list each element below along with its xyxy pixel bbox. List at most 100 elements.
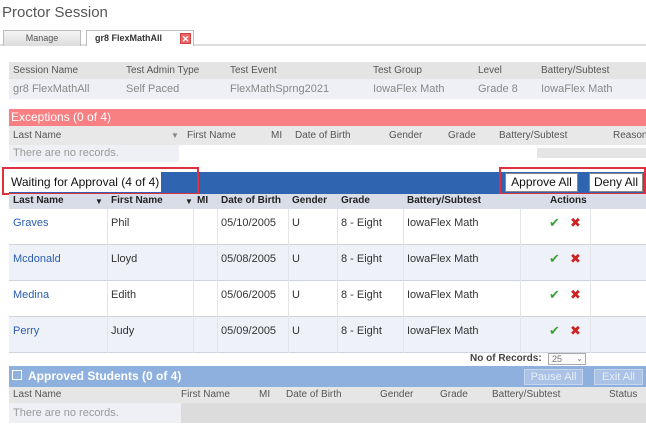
sort-icon[interactable]: ▼ [185,197,193,206]
col-battery[interactable]: Battery/Subtest [499,130,567,141]
col-first-name[interactable]: First Name [111,195,163,206]
col-grade[interactable]: Grade [341,195,370,206]
date-of-birth: 05/10/2005 [221,217,277,229]
col-first-name[interactable]: First Name [187,130,236,141]
col-gender[interactable]: Gender [292,195,327,206]
battery: IowaFlex Math [407,289,479,301]
column-divider [403,209,404,353]
col-dob[interactable]: Date of Birth [295,130,351,141]
student-last-name-link[interactable]: Perry [13,325,39,337]
col-mi[interactable]: MI [259,389,270,400]
col-grade[interactable]: Grade [440,389,468,400]
deny-cross-icon[interactable]: ✖ [570,323,581,339]
col-test-admin-type: Test Admin Type [122,62,226,79]
approved-title: Approved Students (0 of 4) [28,369,182,383]
battery-value: IowaFlex Math [537,79,646,99]
close-icon[interactable]: ✕ [180,33,191,44]
test-event-value: FlexMathSprng2021 [226,79,369,99]
pause-all-button[interactable]: Pause All [524,369,583,385]
highlight-waiting-title [2,167,199,195]
sort-icon[interactable]: ▼ [171,131,179,140]
col-last-name[interactable]: Last Name [13,389,61,400]
exceptions-scrollbar[interactable] [537,148,646,158]
date-of-birth: 05/08/2005 [221,253,277,265]
approve-check-icon[interactable]: ✔ [549,323,560,339]
column-divider [590,209,591,353]
approved-columns: Last Name First Name MI Date of Birth Ge… [9,387,646,403]
col-session-name: Session Name [9,62,122,79]
col-first-name[interactable]: First Name [181,389,230,400]
col-level: Level [474,62,537,79]
column-divider [107,209,108,353]
approved-scrollbar[interactable] [181,403,646,423]
col-test-event: Test Event [226,62,369,79]
col-test-group: Test Group [369,62,474,79]
records-per-page-select[interactable]: 25 ⌄ [548,353,586,365]
first-name: Lloyd [111,253,138,265]
gender: U [292,217,300,229]
tab-session[interactable]: gr8 FlexMathAll ✕ [86,30,194,46]
gender: U [292,253,300,265]
approve-check-icon[interactable]: ✔ [549,287,560,303]
col-dob[interactable]: Date of Birth [221,195,281,206]
first-name: Edith [111,289,137,301]
session-name-value: gr8 FlexMathAll [9,79,122,99]
col-reason[interactable]: Reason [613,130,646,141]
deny-cross-icon[interactable]: ✖ [570,287,581,303]
collapse-icon[interactable] [12,370,22,380]
col-grade[interactable]: Grade [448,130,476,141]
col-gender[interactable]: Gender [380,389,413,400]
battery: IowaFlex Math [407,253,479,265]
sort-icon[interactable]: ▼ [95,197,103,206]
tab-manage[interactable]: Manage [3,30,81,46]
column-divider [337,209,338,353]
deny-cross-icon[interactable]: ✖ [570,251,581,267]
col-battery[interactable]: Battery/Subtest [407,195,481,206]
deny-cross-icon[interactable]: ✖ [570,215,581,231]
exceptions-header: Exceptions (0 of 4) [9,109,646,126]
battery: IowaFlex Math [407,325,479,337]
student-last-name-link[interactable]: Medina [13,289,49,301]
gender: U [292,325,300,337]
exit-all-button[interactable]: Exit All [594,369,643,385]
col-last-name[interactable]: Last Name [13,195,64,206]
chevron-down-icon: ⌄ [576,354,583,363]
col-battery[interactable]: Battery/Subtest [492,389,560,400]
highlight-bulk-buttons [499,167,646,195]
student-last-name-link[interactable]: Mcdonald [13,253,61,265]
level-value: Grade 8 [474,79,537,99]
col-actions: Actions [550,195,587,206]
records-label: No of Records: [470,353,542,364]
exceptions-empty: There are no records. [9,145,179,162]
grade: 8 - Eight [341,289,382,301]
table-row: Graves Phil 05/10/2005 U 8 - Eight IowaF… [9,209,646,245]
col-battery: Battery/Subtest [537,62,646,79]
column-divider [288,209,289,353]
col-last-name[interactable]: Last Name [13,130,61,141]
gender: U [292,289,300,301]
approved-empty: There are no records. [9,403,181,423]
approve-check-icon[interactable]: ✔ [549,215,560,231]
column-divider [193,209,194,353]
col-gender[interactable]: Gender [389,130,422,141]
col-mi[interactable]: MI [271,130,282,141]
approve-check-icon[interactable]: ✔ [549,251,560,267]
page-title: Proctor Session [2,4,108,21]
battery: IowaFlex Math [407,217,479,229]
test-admin-type-value: Self Paced [122,79,226,99]
grade: 8 - Eight [341,217,382,229]
session-info-table: Session Name Test Admin Type Test Event … [9,62,646,99]
grade: 8 - Eight [341,325,382,337]
tab-bar: Manage gr8 FlexMathAll ✕ [0,28,646,46]
col-status[interactable]: Status [609,389,637,400]
column-divider [520,209,521,353]
student-last-name-link[interactable]: Graves [13,217,48,229]
first-name: Phil [111,217,130,229]
column-divider [217,209,218,353]
records-per-page-value: 25 [552,354,563,364]
tab-session-label: gr8 FlexMathAll [95,33,163,43]
col-mi[interactable]: MI [197,195,208,206]
test-group-value: IowaFlex Math [369,79,474,99]
col-dob[interactable]: Date of Birth [286,389,342,400]
date-of-birth: 05/06/2005 [221,289,277,301]
